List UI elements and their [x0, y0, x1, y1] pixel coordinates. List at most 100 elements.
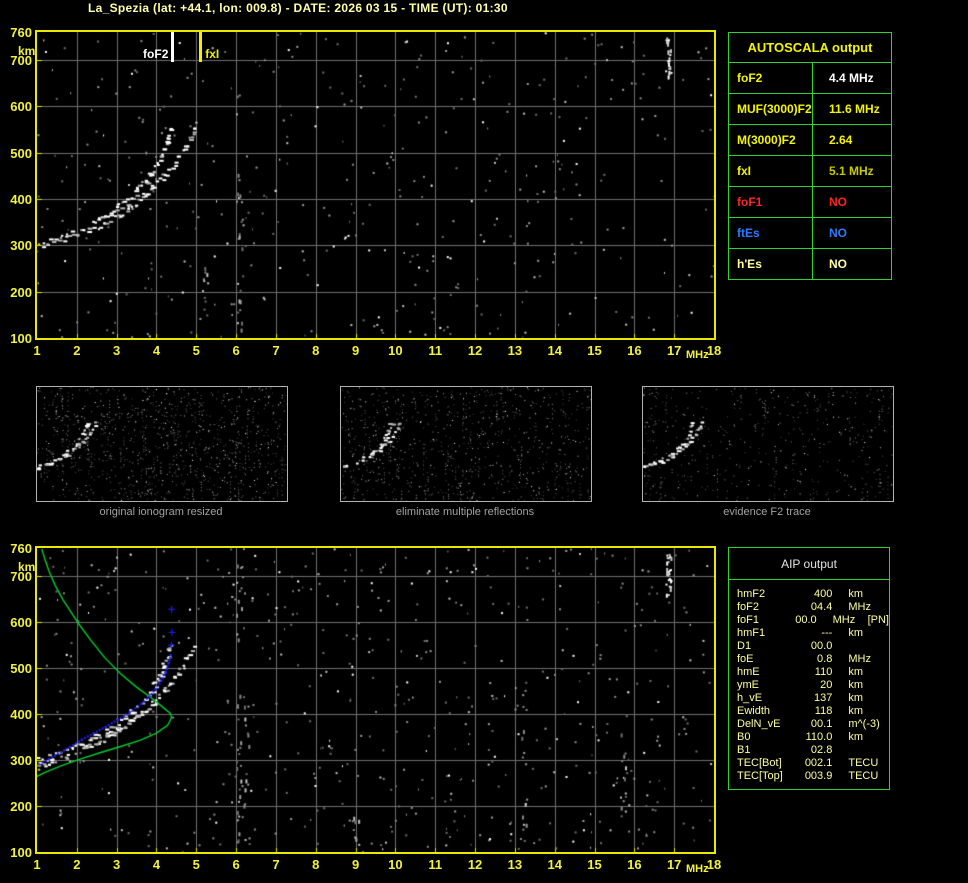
station-title: La_Spezia (lat: +44.1, lon: 009.8) - DAT… [88, 1, 508, 15]
aip-parameter-label: foF1 [737, 614, 760, 626]
x-tick-label: 10 [388, 857, 403, 872]
aip-row-h_vE: h_vE 137 km [737, 692, 889, 705]
autoscala-parameter-label: foF1 [729, 187, 813, 217]
x-axis-unit: MHz [686, 863, 709, 875]
aip-parameter-unit: km [848, 666, 864, 678]
x-tick-label: 15 [587, 343, 602, 358]
aip-parameter-label: hmE [737, 666, 760, 678]
x-tick-label: 17 [666, 857, 682, 872]
aip-row-foF1: foF1 00.0 MHz [PN] [737, 614, 889, 627]
x-tick-label: 12 [467, 343, 483, 358]
thumbnail-original [36, 386, 288, 502]
y-tick-label: 600 [10, 99, 32, 115]
x-tick-label: 13 [507, 857, 523, 872]
aip-parameter-value: 137 [813, 692, 833, 704]
thumbnail-caption-eliminate: eliminate multiple reflections [395, 506, 535, 518]
x-tick-label: 14 [547, 857, 562, 872]
aip-parameter-label: foE [737, 653, 754, 665]
aip-parameter-value: 00.1 [810, 718, 833, 730]
ionogram-canvas [37, 32, 714, 338]
x-tick-label: 10 [388, 343, 403, 358]
aip-parameter-label: B0 [737, 731, 751, 743]
aip-parameter-label: foF2 [737, 601, 760, 613]
aip-row-foF2: foF2 04.4 MHz [737, 601, 889, 614]
autoscala-table-title: AUTOSCALA output [729, 33, 891, 63]
foF2-marker-line [171, 32, 175, 62]
x-tick-label: 2 [73, 343, 81, 358]
y-tick-label: 300 [10, 238, 32, 254]
y-tick-label: 600 [10, 614, 32, 630]
aip-parameter-value: --- [821, 627, 833, 639]
y-tick-label: 760 [10, 541, 32, 556]
x-tick-label: 8 [312, 857, 320, 872]
x-tick-label: 6 [232, 343, 240, 358]
aip-parameter-extra [883, 627, 889, 640]
x-tick-label: 5 [192, 857, 200, 872]
aip-parameter-label: h_vE [737, 692, 763, 704]
aip-parameter-value: 0.8 [817, 653, 833, 665]
x-tick-label: 9 [351, 343, 360, 358]
autoscala-parameter-label: ftEs [729, 218, 813, 248]
aip-parameter-unit: TECU [848, 757, 879, 769]
aip-table-title: AIP output [729, 548, 889, 580]
x-tick-label: 14 [547, 343, 562, 358]
aip-parameter-label: TEC[Top] [737, 770, 783, 782]
autoscala-parameter-value: 2.64 [829, 133, 853, 147]
y-tick-label: 500 [10, 660, 32, 676]
profile-ionogram-plot [35, 546, 716, 854]
y-tick-label: 760 [10, 25, 32, 40]
aip-parameter-value: 02.8 [810, 744, 833, 756]
x-tick-label: 11 [428, 857, 443, 872]
aip-parameter-extra [883, 601, 889, 614]
y-tick-label: 200 [10, 284, 32, 300]
aip-parameter-value: 20 [820, 679, 833, 691]
aip-row-hmF2: hmF2 400 km [737, 588, 889, 601]
aip-parameter-extra [883, 653, 889, 666]
fxI-marker-label: fxI [205, 47, 220, 61]
aip-parameter-value: 00.0 [810, 640, 833, 652]
x-tick-label: 8 [312, 343, 320, 358]
x-tick-label: 13 [507, 343, 523, 358]
aip-parameter-value: 003.9 [804, 770, 833, 782]
aip-parameter-value: 110 [814, 666, 833, 678]
autoscala-parameter-value: 5.1 MHz [829, 164, 874, 178]
aip-parameter-value: 04.4 [810, 601, 833, 613]
thumbnail-canvas [341, 387, 591, 501]
x-tick-label: 3 [113, 857, 121, 872]
aip-parameter-unit: km [848, 679, 864, 691]
autoscala-parameter-label: M(3000)F2 [729, 125, 813, 155]
x-tick-label: 15 [587, 857, 602, 872]
aip-row-Ewidth: Ewidth 118 km [737, 705, 889, 718]
aip-row-B0: B0 110.0 km [737, 731, 889, 744]
aip-output-table: AIP output hmF2 400 km foF2 04.4 MHz foF1 00.0 M… [728, 547, 890, 790]
x-tick-label: 2 [73, 857, 81, 872]
aip-parameter-unit: km [848, 731, 864, 743]
fxI-marker-line [199, 32, 203, 62]
x-tick-label: 4 [152, 343, 161, 358]
y-tick-label: 400 [10, 706, 32, 722]
autoscala-row-M(3000)F2: M(3000)F2 2.64 [729, 125, 891, 156]
aip-parameter-extra [883, 705, 889, 718]
autoscala-row-foF2: foF2 4.4 MHz [729, 63, 891, 94]
x-tick-label: 7 [272, 343, 280, 358]
y-tick-label: 300 [10, 752, 32, 768]
thumbnail-canvas [37, 387, 287, 501]
thumbnail-eliminate [340, 386, 592, 502]
aip-parameter-extra [883, 770, 889, 783]
aip-parameter-label: TEC[Bot] [737, 757, 782, 769]
aip-row-D1: D1 00.0 [737, 640, 889, 653]
x-tick-label: 9 [351, 857, 360, 872]
aip-parameter-unit: km [848, 705, 864, 717]
autoscala-output-table: AUTOSCALA output foF2 4.4 MHz MUF(3000)F2 1… [728, 32, 892, 280]
aip-row-foE: foE 0.8 MHz [737, 653, 889, 666]
aip-parameter-unit [832, 744, 883, 757]
autoscala-parameter-value: 4.4 MHz [829, 71, 874, 85]
aip-parameter-label: DelN_vE [737, 718, 781, 730]
x-tick-label: 1 [33, 857, 41, 872]
foF2-marker-label: foF2 [143, 47, 169, 61]
aip-parameter-value: 002.1 [804, 757, 833, 769]
aip-parameter-unit: km [848, 588, 864, 600]
thumbnail-caption-evidence: evidence F2 trace [723, 506, 811, 518]
aip-parameter-label: ymE [737, 679, 759, 691]
x-tick-label: 16 [627, 857, 642, 872]
